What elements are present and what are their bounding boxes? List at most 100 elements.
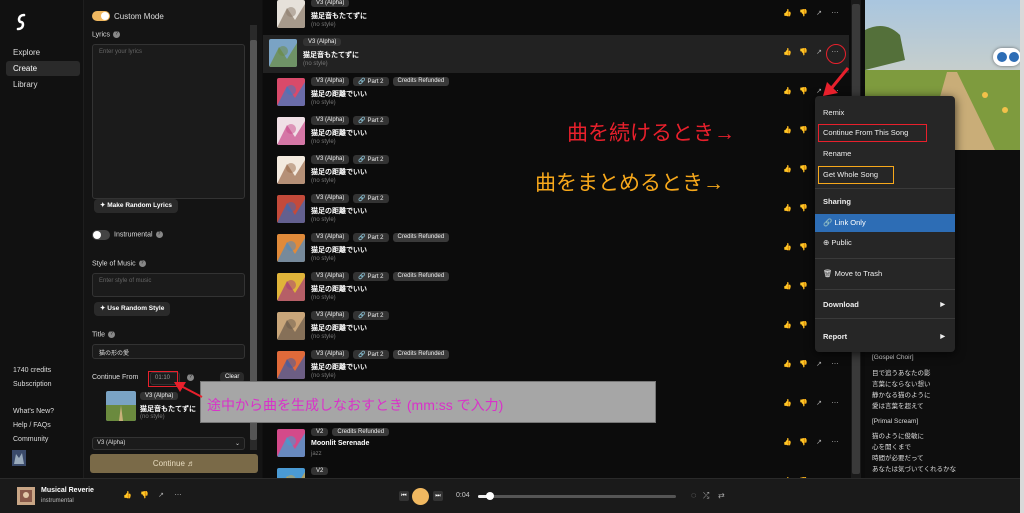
menu-rename[interactable]: Rename xyxy=(815,145,955,163)
player-thumbnail[interactable] xyxy=(17,487,35,505)
menu-move-to-trash[interactable]: 🗑 Move to Trash xyxy=(815,265,955,283)
nav-explore[interactable]: Explore xyxy=(6,45,80,60)
thumbs-down-icon[interactable]: 👎 xyxy=(799,88,808,96)
thumbs-down-icon[interactable]: 👎 xyxy=(799,127,808,135)
song-title[interactable]: 猫足の距離でいい xyxy=(311,89,367,99)
song-row[interactable]: V2 Credits Refunded Moonlit Serenade jazz… xyxy=(271,425,849,463)
song-title[interactable]: 猫足の距離でいい xyxy=(311,206,367,216)
suno-logo-icon[interactable] xyxy=(14,13,28,31)
song-row[interactable]: V3 (Alpha)🔗 Part 2 猫足の距離でいい (no style) 👍… xyxy=(271,113,849,151)
song-thumbnail[interactable] xyxy=(277,351,305,379)
thumbs-down-icon[interactable]: 👎 xyxy=(799,49,808,57)
thumbs-down-icon[interactable]: 👎 xyxy=(799,361,808,369)
share-icon[interactable]: ↗ xyxy=(815,361,823,369)
nav-subscription[interactable]: Subscription xyxy=(13,381,52,388)
share-icon[interactable]: ↗ xyxy=(815,10,823,18)
song-row[interactable]: V3 (Alpha) 🔗 Part 2 Credits Refunded 猫足の距離… xyxy=(271,74,849,112)
share-icon[interactable]: ↗ xyxy=(157,492,165,500)
thumbs-down-icon[interactable]: 👎 xyxy=(799,439,808,447)
thumbs-down-icon[interactable]: 👎 xyxy=(799,244,808,252)
thumbs-up-icon[interactable]: 👍 xyxy=(783,400,792,408)
more-icon[interactable]: ⋯ xyxy=(831,361,839,369)
song-title[interactable]: 猫足音もたてずに xyxy=(303,50,359,60)
song-title[interactable]: 猫足の距離でいい xyxy=(311,284,367,294)
thumbs-up-icon[interactable]: 👍 xyxy=(783,49,792,57)
song-row[interactable]: V3 (Alpha) 🔗 Part 2 Credits Refunded 猫足の距離… xyxy=(271,230,849,268)
nav-community[interactable]: Community xyxy=(13,436,48,443)
thumbs-up-icon[interactable]: 👍 xyxy=(783,88,792,96)
random-style-button[interactable]: ✦ Use Random Style xyxy=(94,302,171,316)
thumbs-up-icon[interactable]: 👍 xyxy=(783,127,792,135)
menu-download[interactable]: Download ▶ xyxy=(815,296,955,314)
progress-track[interactable] xyxy=(478,495,676,498)
song-row[interactable]: V3 (Alpha) 🔗 Part 2 Credits Refunded 猫足の距離… xyxy=(271,269,849,307)
song-thumbnail[interactable] xyxy=(277,78,305,106)
menu-report[interactable]: Report ▶ xyxy=(815,328,955,346)
thumbs-up-icon[interactable]: 👍 xyxy=(783,10,792,18)
thumbs-up-icon[interactable]: 👍 xyxy=(783,244,792,252)
thumbs-up-icon[interactable]: 👍 xyxy=(123,492,132,500)
thumbs-down-icon[interactable]: 👎 xyxy=(799,205,808,213)
thumbs-up-icon[interactable]: 👍 xyxy=(783,322,792,330)
user-avatar[interactable] xyxy=(12,450,26,466)
song-thumbnail[interactable] xyxy=(269,39,297,67)
instrumental-toggle[interactable] xyxy=(92,230,110,240)
next-button[interactable]: ⏭ xyxy=(433,491,443,501)
song-title[interactable]: Moonlit Serenade xyxy=(311,440,369,447)
thumbs-down-icon[interactable]: 👎 xyxy=(799,283,808,291)
song-thumbnail[interactable] xyxy=(277,234,305,262)
nav-whats-new[interactable]: What's New? xyxy=(13,408,54,415)
player-song-title[interactable]: Musical Reverie xyxy=(41,487,94,494)
song-thumbnail[interactable] xyxy=(277,117,305,145)
share-icon[interactable]: ↗ xyxy=(815,49,823,57)
custom-mode-toggle[interactable] xyxy=(92,11,110,21)
extension-badge[interactable] xyxy=(993,48,1021,66)
share-icon[interactable]: ↗ xyxy=(815,439,823,447)
menu-public[interactable]: ⊕ Public xyxy=(815,234,955,252)
song-row[interactable]: V3 (Alpha)🔗 Part 2 猫足の距離でいい (no style) 👍… xyxy=(271,308,849,346)
song-title[interactable]: 猫足音もたてずに xyxy=(311,11,367,21)
menu-remix[interactable]: Remix xyxy=(815,104,955,122)
thumbs-down-icon[interactable]: 👎 xyxy=(799,322,808,330)
thumbs-up-icon[interactable]: 👍 xyxy=(783,205,792,213)
song-thumbnail[interactable] xyxy=(277,312,305,340)
random-lyrics-button[interactable]: ✦ Make Random Lyrics xyxy=(94,199,179,213)
title-input[interactable]: 猫の形の愛 xyxy=(92,344,245,359)
song-thumbnail[interactable] xyxy=(277,273,305,301)
more-icon[interactable]: ⋯ xyxy=(831,400,839,408)
more-icon[interactable]: ⋯ xyxy=(831,10,839,18)
thumbs-up-icon[interactable]: 👍 xyxy=(783,283,792,291)
song-title[interactable]: 猫足の距離でいい xyxy=(311,128,367,138)
more-icon[interactable]: ⋯ xyxy=(831,439,839,447)
continue-button[interactable]: Continue ♬ xyxy=(90,454,258,473)
song-row[interactable]: V3 (Alpha) 猫足音もたてずに (no style) 👍 👎 ↗ ⋯ xyxy=(263,35,849,73)
thumbs-down-icon[interactable]: 👎 xyxy=(799,400,808,408)
song-thumbnail[interactable] xyxy=(277,0,305,28)
thumbs-up-icon[interactable]: 👍 xyxy=(783,439,792,447)
previous-button[interactable]: ⏮ xyxy=(399,491,409,501)
nav-create[interactable]: Create xyxy=(6,61,80,76)
song-row[interactable]: V3 (Alpha) 猫足音もたてずに (no style) 👍 👎 ↗ ⋯ xyxy=(271,0,849,34)
song-title[interactable]: 猫足の距離でいい xyxy=(311,323,367,333)
song-row[interactable]: V3 (Alpha) 🔗 Part 2 Credits Refunded 猫足の距離… xyxy=(271,347,849,385)
create-scrollbar-thumb[interactable] xyxy=(250,40,257,440)
song-thumbnail[interactable] xyxy=(277,429,305,457)
play-button[interactable] xyxy=(412,488,429,505)
shuffle-icon[interactable]: ⤮ xyxy=(703,491,709,501)
nav-library[interactable]: Library xyxy=(6,77,80,92)
song-title[interactable]: 猫足の距離でいい xyxy=(311,245,367,255)
thumbs-down-icon[interactable]: 👎 xyxy=(140,492,149,500)
more-icon[interactable]: ⋯ xyxy=(174,492,182,500)
thumbs-up-icon[interactable]: 👍 xyxy=(783,166,792,174)
song-title[interactable]: 猫足の距離でいい xyxy=(311,167,367,177)
progress-knob[interactable] xyxy=(485,492,494,500)
style-input[interactable]: Enter style of music xyxy=(92,273,245,297)
thumbs-up-icon[interactable]: 👍 xyxy=(783,361,792,369)
repeat-icon[interactable]: ⇄ xyxy=(718,491,725,500)
share-icon[interactable]: ↗ xyxy=(815,400,823,408)
menu-link-only[interactable]: 🔗 Link Only xyxy=(815,214,955,232)
model-select[interactable]: V3 (Alpha) ⌄ xyxy=(92,437,245,450)
song-title[interactable]: 猫足の距離でいい xyxy=(311,362,367,372)
thumbs-down-icon[interactable]: 👎 xyxy=(799,10,808,18)
song-thumbnail[interactable] xyxy=(277,195,305,223)
